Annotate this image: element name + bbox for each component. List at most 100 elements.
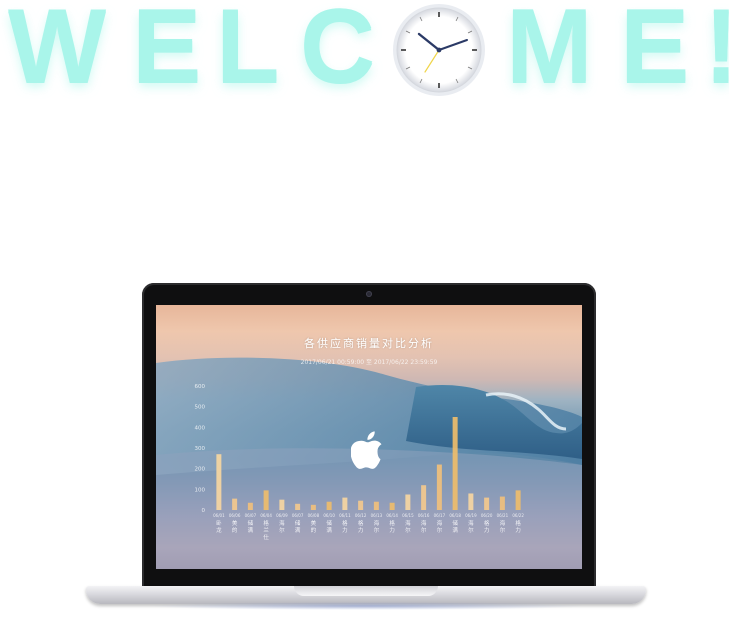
- x-supplier-label: 海: [437, 519, 443, 527]
- chart-bar: [342, 497, 348, 510]
- y-tick-label: 200: [195, 467, 206, 473]
- chart-bar: [389, 502, 395, 510]
- x-date-label: 06/21: [497, 513, 509, 518]
- x-supplier-label: 龙: [216, 526, 222, 534]
- x-supplier-label: 尔: [279, 526, 285, 534]
- x-supplier-label: 海: [500, 519, 506, 527]
- chart-bar: [232, 498, 238, 510]
- x-date-label: 06/15: [402, 513, 414, 518]
- y-tick-label: 600: [195, 384, 206, 390]
- laptop-screen: 各供应商销量对比分析 2017/06/21 00:59:00 至 2017/06…: [156, 305, 582, 569]
- laptop-lid: 各供应商销量对比分析 2017/06/21 00:59:00 至 2017/06…: [142, 283, 596, 588]
- x-supplier-label: 尔: [405, 526, 411, 534]
- x-supplier-label: 海: [405, 519, 411, 527]
- chart-bar: [484, 497, 490, 510]
- x-date-label: 06/17: [434, 513, 446, 518]
- chart-bar: [436, 464, 442, 510]
- welcome-letter-e: E: [132, 0, 202, 104]
- x-supplier-label: 格: [515, 519, 521, 527]
- x-supplier-label: 储: [295, 519, 301, 527]
- x-supplier-label: 满: [452, 526, 458, 534]
- chart-bar: [468, 493, 474, 510]
- x-supplier-label: 兰: [263, 526, 269, 534]
- welcome-letter-exclaim: !: [704, 0, 729, 98]
- laptop-shadow: [146, 602, 586, 610]
- chart-bar: [247, 502, 253, 510]
- chart-bar: [452, 417, 458, 510]
- sales-bar-chart: 010020030040050060006/01卧龙06/06美的06/07储满…: [195, 384, 525, 541]
- x-supplier-label: 力: [389, 526, 395, 534]
- welcome-letter-c: C: [300, 0, 376, 104]
- y-tick-label: 500: [195, 405, 206, 411]
- x-date-label: 06/12: [355, 513, 367, 518]
- y-tick-label: 100: [195, 487, 206, 493]
- laptop-opening-notch: [294, 586, 438, 596]
- x-date-label: 06/16: [418, 513, 430, 518]
- welcome-letter-w: W: [8, 0, 107, 104]
- camera-icon: [366, 291, 372, 297]
- chart-bar: [499, 496, 505, 510]
- x-supplier-label: 格: [263, 519, 269, 527]
- x-date-label: 06/07: [245, 513, 257, 518]
- x-date-label: 06/11: [339, 513, 351, 518]
- x-date-label: 06/13: [371, 513, 383, 518]
- chart-bar: [421, 485, 427, 510]
- x-supplier-label: 美: [311, 519, 317, 527]
- x-date-label: 06/20: [481, 513, 493, 518]
- x-supplier-label: 满: [248, 526, 254, 534]
- x-supplier-label: 尔: [468, 526, 474, 534]
- x-date-label: 06/10: [323, 513, 335, 518]
- x-date-label: 06/08: [308, 513, 320, 518]
- x-supplier-label: 格: [484, 519, 490, 527]
- x-supplier-label: 仕: [263, 533, 269, 541]
- x-supplier-label: 储: [326, 519, 332, 527]
- welcome-letter-e2: E: [620, 0, 690, 104]
- x-supplier-label: 尔: [374, 526, 380, 534]
- x-supplier-label: 卧: [216, 519, 222, 527]
- x-date-label: 06/22: [512, 513, 524, 518]
- chart-bar: [405, 494, 411, 510]
- x-date-label: 06/19: [465, 513, 477, 518]
- analog-clock-icon: [393, 4, 485, 96]
- chart-bar: [515, 490, 521, 510]
- x-supplier-label: 的: [311, 526, 317, 534]
- x-supplier-label: 格: [342, 519, 348, 527]
- chart-bar: [358, 500, 364, 510]
- y-tick-label: 400: [195, 425, 206, 431]
- chart-bar: [216, 454, 222, 510]
- x-date-label: 06/07: [292, 513, 304, 518]
- x-supplier-label: 力: [358, 526, 364, 534]
- x-supplier-label: 格: [358, 519, 364, 527]
- x-supplier-label: 海: [279, 519, 285, 527]
- chart-bar: [326, 501, 332, 510]
- x-date-label: 06/18: [449, 513, 461, 518]
- x-date-label: 06/06: [229, 513, 241, 518]
- x-supplier-label: 格: [389, 519, 395, 527]
- x-supplier-label: 储: [248, 519, 254, 527]
- x-supplier-label: 的: [232, 526, 238, 534]
- welcome-letter-l: L: [216, 0, 280, 104]
- chart-bar: [373, 501, 379, 510]
- x-supplier-label: 美: [232, 519, 238, 527]
- x-date-label: 06/14: [386, 513, 398, 518]
- chart-bar: [279, 499, 285, 510]
- welcome-letter-m: M: [506, 0, 593, 104]
- x-supplier-label: 储: [452, 519, 458, 527]
- x-supplier-label: 尔: [500, 526, 506, 534]
- x-supplier-label: 满: [295, 526, 301, 534]
- x-supplier-label: 尔: [421, 526, 427, 534]
- chart-bar: [310, 504, 316, 510]
- x-supplier-label: 尔: [437, 526, 443, 534]
- x-date-label: 06/09: [276, 513, 288, 518]
- x-date-label: 06/04: [260, 513, 272, 518]
- x-supplier-label: 力: [484, 526, 490, 534]
- x-supplier-label: 力: [515, 526, 521, 534]
- x-supplier-label: 海: [374, 519, 380, 527]
- laptop-mockup: 各供应商销量对比分析 2017/06/21 00:59:00 至 2017/06…: [86, 283, 646, 613]
- chart-bar: [263, 490, 269, 510]
- y-tick-label: 0: [202, 508, 206, 514]
- x-supplier-label: 海: [421, 519, 427, 527]
- chart-bar: [295, 503, 301, 510]
- x-date-label: 06/01: [213, 513, 225, 518]
- x-supplier-label: 满: [326, 526, 332, 534]
